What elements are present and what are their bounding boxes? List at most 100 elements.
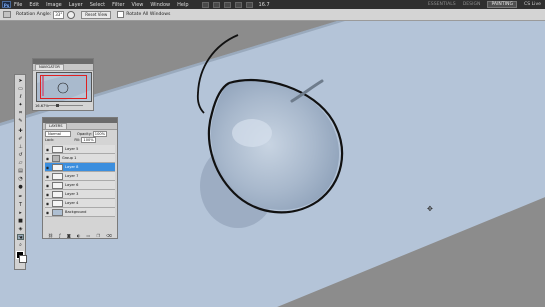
navigator-preview[interactable] xyxy=(36,72,92,102)
blur-tool-icon[interactable]: ◔ xyxy=(17,176,24,182)
3d-tool-icon[interactable]: ◈ xyxy=(17,226,24,232)
clone-stamp-tool-icon[interactable]: ⊥ xyxy=(17,144,24,150)
brush-tool-icon[interactable]: ✐ xyxy=(17,136,24,142)
tab-navigator[interactable]: NAVIGATOR xyxy=(35,64,64,70)
hand-rotate-tool-icon[interactable]: ☚ xyxy=(17,234,24,241)
layer-row[interactable]: ◉ Layer 3 xyxy=(45,190,115,199)
view-extras-icon[interactable] xyxy=(223,1,231,8)
menu-image[interactable]: Image xyxy=(46,2,62,8)
navigator-zoom-slider[interactable] xyxy=(47,104,83,107)
new-group-icon[interactable]: ▭ xyxy=(87,233,91,238)
cs-live-button[interactable]: CS Live xyxy=(524,2,541,7)
fill-label: Fill: xyxy=(74,138,81,142)
menu-window[interactable]: Window xyxy=(150,2,170,8)
menu-edit[interactable]: Edit xyxy=(29,2,39,8)
layer-row[interactable]: ◉ Background xyxy=(45,208,115,217)
workspace-design[interactable]: DESIGN xyxy=(463,2,481,7)
zoom-tool-icon[interactable]: ⌕ xyxy=(17,242,24,248)
layer-name: Background xyxy=(65,210,87,214)
move-tool-icon[interactable]: ➤ xyxy=(17,78,24,84)
launch-bridge-icon[interactable] xyxy=(201,1,209,8)
quick-select-tool-icon[interactable]: ✦ xyxy=(17,102,24,108)
layer-row[interactable]: ◉ Group 1 xyxy=(45,154,115,163)
apple-highlight xyxy=(232,119,272,147)
eye-icon[interactable]: ◉ xyxy=(45,156,50,161)
eye-icon[interactable]: ◉ xyxy=(45,192,50,197)
layer-name: Layer 6 xyxy=(65,183,79,187)
layers-panel: LAYERS Normal Opacity: 100% Lock: Fill: … xyxy=(42,117,118,239)
layer-row[interactable]: ◉ Layer 5 xyxy=(45,145,115,154)
zoom-level[interactable]: 16.7 xyxy=(259,2,270,8)
marquee-tool-icon[interactable]: ▭ xyxy=(17,86,24,92)
layer-thumbnail xyxy=(52,163,63,171)
rotate-view-tool-icon[interactable] xyxy=(3,11,11,18)
crop-tool-icon[interactable]: ⌗ xyxy=(17,110,24,116)
blend-mode-select[interactable]: Normal xyxy=(45,131,71,137)
adjustment-icon[interactable]: ◐ xyxy=(77,233,81,238)
launch-minibridge-icon[interactable] xyxy=(212,1,220,8)
navigator-panel: NAVIGATOR 16.67% xyxy=(32,58,94,111)
rotate-all-windows-checkbox[interactable] xyxy=(117,11,125,18)
workspace: ✥ ➤ ▭ ℓ ✦ ⌗ ✎ ✚ ✐ ⊥ ↺ ▱ ▤ ◔ ● ✒ T ▸ ■ ◈ … xyxy=(0,21,545,307)
folder-icon xyxy=(52,154,60,162)
mask-icon[interactable]: ◙ xyxy=(67,233,71,238)
workspace-essentials[interactable]: ESSENTIALS xyxy=(428,2,456,7)
eye-icon[interactable]: ◉ xyxy=(45,210,50,215)
layer-row[interactable]: ◉ Layer 6 xyxy=(45,181,115,190)
lasso-tool-icon[interactable]: ℓ xyxy=(17,94,24,100)
eye-icon[interactable]: ◉ xyxy=(45,183,50,188)
menu-layer[interactable]: Layer xyxy=(69,2,83,8)
navigator-zoom-thumb[interactable] xyxy=(56,104,59,107)
fx-icon[interactable]: ƒ xyxy=(59,233,60,238)
rotation-angle-label: Rotation Angle: xyxy=(16,12,52,17)
eye-icon[interactable]: ◉ xyxy=(45,147,50,152)
eye-icon[interactable]: ◉ xyxy=(45,201,50,206)
app-bar-tools xyxy=(201,1,253,8)
rotation-dial-icon[interactable] xyxy=(67,10,76,19)
layer-row[interactable]: ◉ Layer 4 xyxy=(45,199,115,208)
eraser-tool-icon[interactable]: ▱ xyxy=(17,160,24,166)
layer-row[interactable]: ◉ Layer 7 xyxy=(45,172,115,181)
menu-select[interactable]: Select xyxy=(90,2,105,8)
workspace-painting[interactable]: PAINTING xyxy=(487,1,518,8)
menu-bar: Ps File Edit Image Layer Select Filter V… xyxy=(0,0,545,9)
layer-name: Layer 8 xyxy=(65,165,79,169)
rotation-angle-input[interactable]: 33° xyxy=(53,10,65,19)
background-color-swatch[interactable] xyxy=(19,255,27,263)
layer-thumbnail xyxy=(52,199,63,207)
menu-view[interactable]: View xyxy=(132,2,144,8)
layer-name: Layer 7 xyxy=(65,174,79,178)
navigator-zoom-value[interactable]: 16.67% xyxy=(35,104,49,108)
fill-input[interactable]: 100% xyxy=(81,137,96,143)
path-select-tool-icon[interactable]: ▸ xyxy=(17,210,24,216)
trash-icon[interactable]: ⌫ xyxy=(106,233,112,238)
zoom-icon[interactable] xyxy=(245,1,253,8)
navigator-view-box[interactable] xyxy=(40,75,87,99)
pen-tool-icon[interactable]: ✒ xyxy=(17,194,24,200)
layer-row-active[interactable]: ◉ Layer 8 xyxy=(45,163,115,172)
menu-help[interactable]: Help xyxy=(177,2,188,8)
eye-icon[interactable]: ◉ xyxy=(45,165,50,170)
tab-layers[interactable]: LAYERS xyxy=(45,123,67,129)
shape-tool-icon[interactable]: ■ xyxy=(17,218,24,224)
link-icon[interactable]: ⛓ xyxy=(48,233,53,238)
menu-file[interactable]: File xyxy=(14,2,22,8)
reset-view-button[interactable]: Reset View xyxy=(81,10,112,19)
rotate-all-windows-label: Rotate All Windows xyxy=(126,12,171,17)
hand-icon[interactable] xyxy=(234,1,242,8)
eyedropper-tool-icon[interactable]: ✎ xyxy=(17,118,24,124)
dodge-tool-icon[interactable]: ● xyxy=(17,184,24,190)
layer-name: Layer 4 xyxy=(65,201,79,205)
layer-thumbnail xyxy=(52,172,63,180)
history-brush-tool-icon[interactable]: ↺ xyxy=(17,152,24,158)
healing-brush-tool-icon[interactable]: ✚ xyxy=(17,128,24,134)
layers-list: ◉ Layer 5 ◉ Group 1 ◉ Layer 8 ◉ Layer 7 ◉ Lay… xyxy=(45,145,115,217)
workspace-switcher: ESSENTIALS DESIGN PAINTING CS Live xyxy=(428,0,541,9)
menu-filter[interactable]: Filter xyxy=(112,2,124,8)
gradient-tool-icon[interactable]: ▤ xyxy=(17,168,24,174)
layer-name: Group 1 xyxy=(62,156,77,160)
rotate-cursor-icon: ✥ xyxy=(427,205,433,213)
eye-icon[interactable]: ◉ xyxy=(45,174,50,179)
new-layer-icon[interactable]: ❐ xyxy=(96,233,100,238)
type-tool-icon[interactable]: T xyxy=(17,202,24,208)
